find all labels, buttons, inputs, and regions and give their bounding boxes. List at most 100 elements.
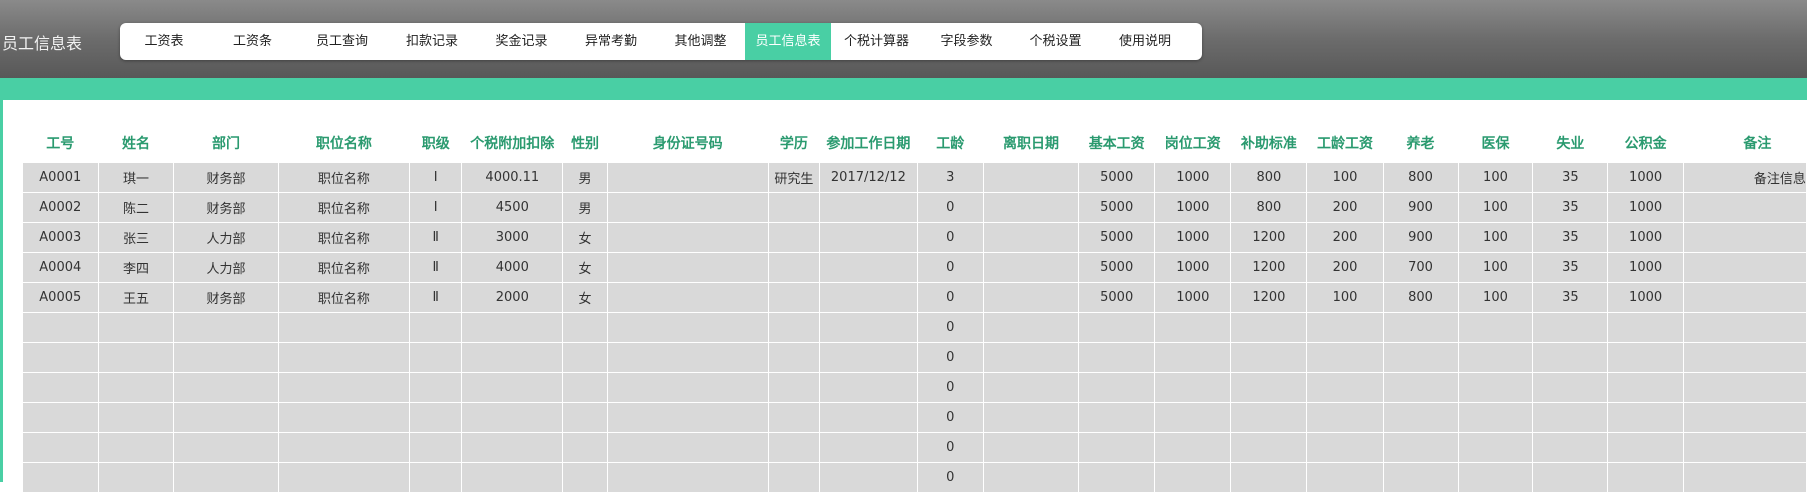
- table-cell[interactable]: A0002: [22, 192, 99, 223]
- table-cell[interactable]: [819, 282, 918, 313]
- table-cell[interactable]: [461, 372, 564, 403]
- table-cell[interactable]: [1154, 312, 1232, 343]
- table-cell[interactable]: [767, 252, 821, 283]
- menu-tab[interactable]: 扣款记录: [387, 23, 477, 60]
- table-cell[interactable]: 800: [1382, 162, 1459, 193]
- column-header[interactable]: 性别: [562, 124, 608, 163]
- table-cell[interactable]: [767, 342, 821, 373]
- table-cell[interactable]: [562, 312, 608, 343]
- table-cell[interactable]: [1154, 342, 1232, 373]
- table-cell[interactable]: [1682, 222, 1807, 253]
- table-cell[interactable]: [819, 342, 918, 373]
- table-cell[interactable]: 1000: [1607, 162, 1684, 193]
- table-cell[interactable]: [819, 402, 918, 433]
- table-cell[interactable]: [1154, 462, 1232, 493]
- column-header[interactable]: 工号: [22, 124, 99, 163]
- table-cell[interactable]: 5000: [1078, 222, 1156, 253]
- table-cell[interactable]: [1532, 402, 1609, 433]
- table-cell[interactable]: [1682, 282, 1807, 313]
- table-cell[interactable]: 100: [1457, 282, 1534, 313]
- table-cell[interactable]: 800: [1382, 282, 1459, 313]
- table-cell[interactable]: [819, 192, 918, 223]
- table-cell[interactable]: [562, 402, 608, 433]
- table-cell[interactable]: [982, 372, 1080, 403]
- table-cell[interactable]: 1000: [1154, 282, 1232, 313]
- table-cell[interactable]: 5000: [1078, 192, 1156, 223]
- table-cell[interactable]: [1306, 432, 1384, 463]
- table-cell[interactable]: [22, 312, 99, 343]
- table-cell[interactable]: [1457, 312, 1534, 343]
- table-cell[interactable]: 3000: [461, 222, 564, 253]
- table-cell[interactable]: [173, 312, 279, 343]
- table-cell[interactable]: [1457, 372, 1534, 403]
- table-cell[interactable]: [819, 372, 918, 403]
- table-cell[interactable]: 35: [1532, 162, 1609, 193]
- menu-tab[interactable]: 工资表: [120, 23, 208, 60]
- table-cell[interactable]: 5000: [1078, 252, 1156, 283]
- table-cell[interactable]: [277, 462, 411, 493]
- menu-tab[interactable]: 奖金记录: [477, 23, 566, 60]
- table-cell[interactable]: 琪一: [97, 162, 175, 193]
- table-cell[interactable]: [606, 252, 769, 283]
- table-cell[interactable]: [173, 372, 279, 403]
- table-cell[interactable]: 女: [562, 282, 608, 313]
- table-cell[interactable]: [1154, 432, 1232, 463]
- table-cell[interactable]: 0: [916, 372, 984, 403]
- table-cell[interactable]: [1078, 342, 1156, 373]
- column-header[interactable]: 职位名称: [278, 124, 410, 163]
- column-header[interactable]: 离职日期: [983, 124, 1079, 163]
- table-cell[interactable]: [1382, 372, 1459, 403]
- table-cell[interactable]: [982, 462, 1080, 493]
- menu-tab[interactable]: 字段参数: [922, 23, 1011, 60]
- table-cell[interactable]: 1000: [1607, 222, 1684, 253]
- table-cell[interactable]: [767, 372, 821, 403]
- table-cell[interactable]: [982, 222, 1080, 253]
- table-cell[interactable]: [461, 402, 564, 433]
- table-cell[interactable]: [97, 342, 175, 373]
- table-cell[interactable]: [1682, 252, 1807, 283]
- table-cell[interactable]: 张三: [97, 222, 175, 253]
- table-cell[interactable]: 1200: [1230, 222, 1308, 253]
- table-cell[interactable]: [562, 342, 608, 373]
- table-cell[interactable]: [767, 282, 821, 313]
- table-cell[interactable]: 1000: [1607, 192, 1684, 223]
- table-cell[interactable]: [97, 312, 175, 343]
- table-cell[interactable]: 35: [1532, 282, 1609, 313]
- table-cell[interactable]: 5000: [1078, 162, 1156, 193]
- menu-tab[interactable]: 使用说明: [1100, 23, 1190, 60]
- table-cell[interactable]: 0: [916, 312, 984, 343]
- menu-tab[interactable]: 其他调整: [656, 23, 745, 60]
- table-cell[interactable]: [1382, 312, 1459, 343]
- table-cell[interactable]: [22, 342, 99, 373]
- table-cell[interactable]: 王五: [97, 282, 175, 313]
- table-cell[interactable]: 1000: [1607, 282, 1684, 313]
- column-header[interactable]: 参加工作日期: [819, 124, 918, 163]
- table-cell[interactable]: [277, 312, 411, 343]
- table-cell[interactable]: [562, 432, 608, 463]
- table-cell[interactable]: Ⅰ: [409, 162, 463, 193]
- table-cell[interactable]: [461, 312, 564, 343]
- table-cell[interactable]: [767, 402, 821, 433]
- table-cell[interactable]: [1682, 462, 1807, 493]
- table-cell[interactable]: [22, 372, 99, 403]
- column-header[interactable]: 职级: [409, 124, 462, 163]
- table-cell[interactable]: [409, 342, 463, 373]
- table-cell[interactable]: [982, 312, 1080, 343]
- table-cell[interactable]: 男: [562, 162, 608, 193]
- table-cell[interactable]: A0001: [22, 162, 99, 193]
- table-cell[interactable]: 800: [1230, 162, 1308, 193]
- table-cell[interactable]: [1230, 432, 1308, 463]
- table-cell[interactable]: [409, 372, 463, 403]
- table-cell[interactable]: [982, 192, 1080, 223]
- table-cell[interactable]: [1682, 432, 1807, 463]
- table-cell[interactable]: 35: [1532, 222, 1609, 253]
- table-cell[interactable]: [1457, 342, 1534, 373]
- table-cell[interactable]: [1306, 372, 1384, 403]
- table-cell[interactable]: 女: [562, 222, 608, 253]
- table-cell[interactable]: Ⅱ: [409, 282, 463, 313]
- column-header[interactable]: 备注: [1683, 124, 1807, 163]
- table-cell[interactable]: [767, 432, 821, 463]
- table-cell[interactable]: [1532, 342, 1609, 373]
- table-cell[interactable]: [1532, 432, 1609, 463]
- column-header[interactable]: 失业: [1532, 124, 1608, 163]
